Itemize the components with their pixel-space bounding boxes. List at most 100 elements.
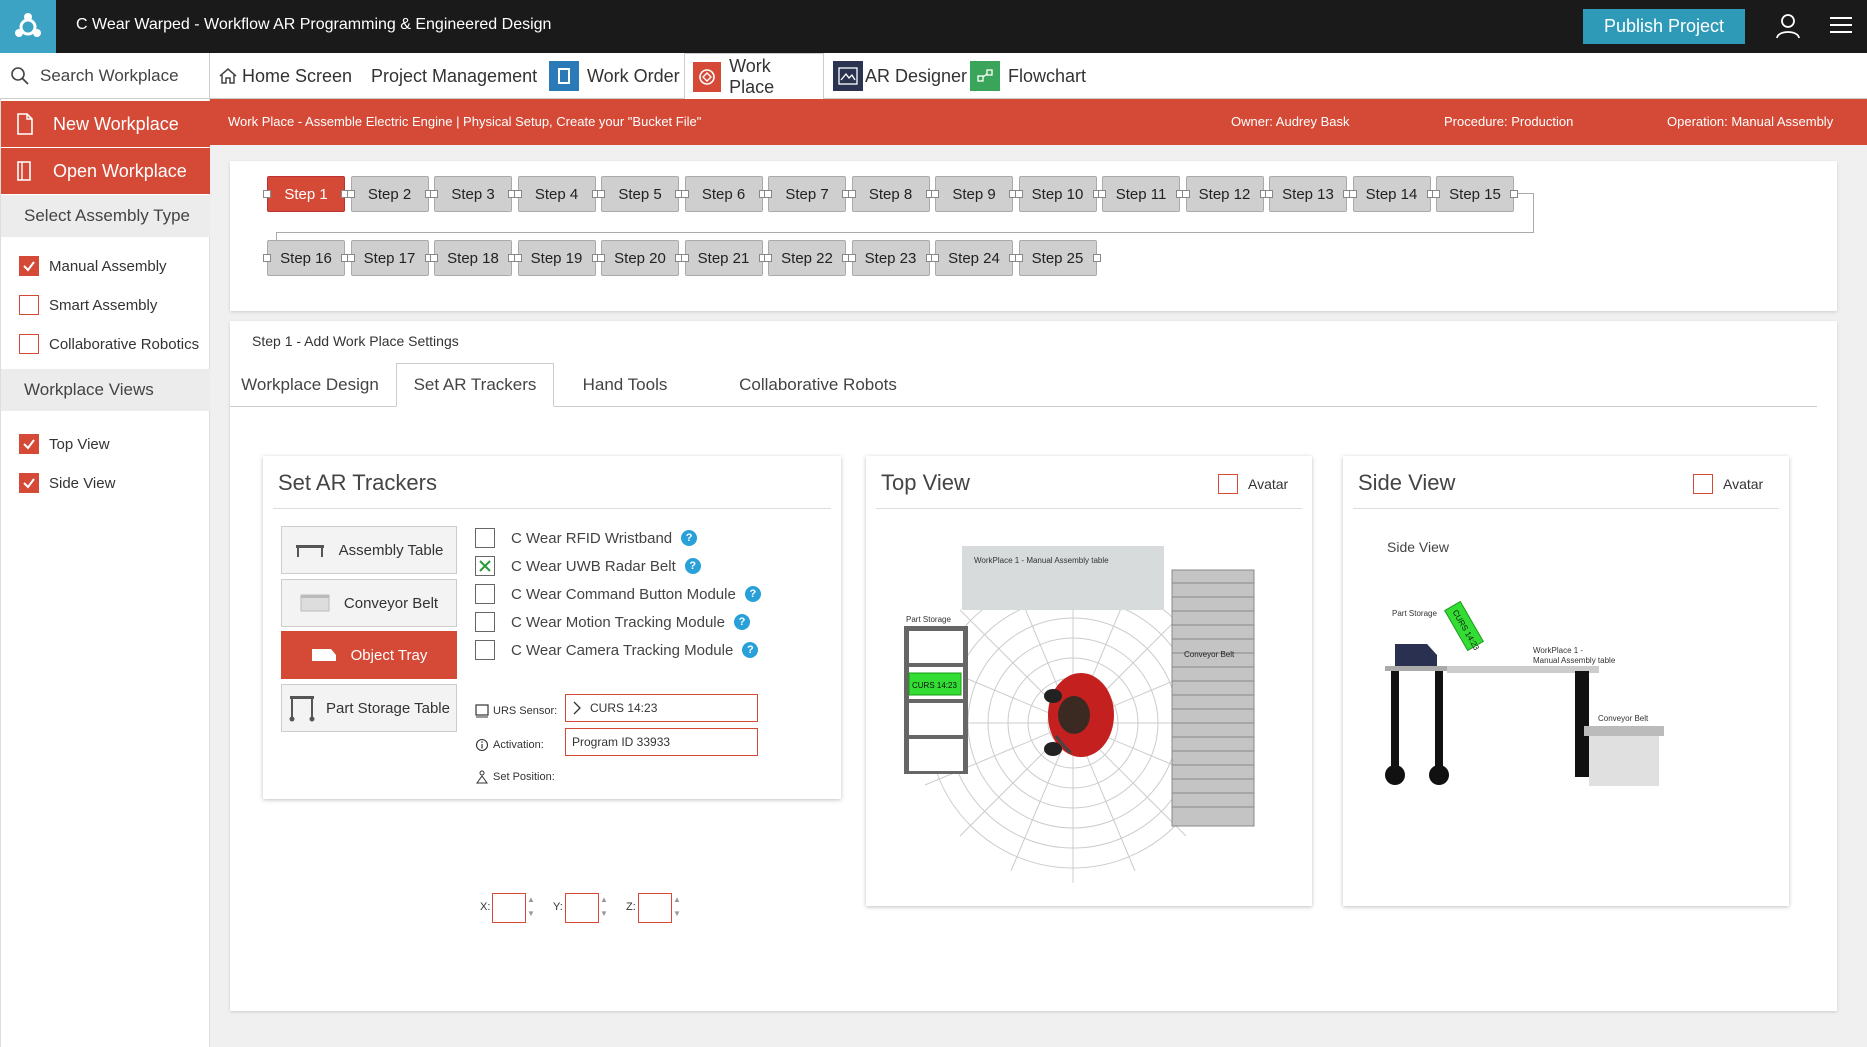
x-spinner[interactable]: ▲ ▼	[526, 893, 536, 923]
step-chip[interactable]: Step 14	[1352, 176, 1431, 212]
nav-flowchart-label: Flowchart	[1008, 65, 1087, 86]
nav-work-order[interactable]: Work Order	[549, 53, 680, 99]
checkbox-empty-icon	[475, 640, 495, 660]
z-spinner[interactable]: ▲ ▼	[672, 893, 682, 923]
activation-input[interactable]: Program ID 33933	[565, 728, 758, 756]
option-motion-tracking-module[interactable]: C Wear Motion Tracking Module ?	[475, 612, 750, 632]
step-connector-wrap	[276, 232, 1534, 233]
option-uwb-radar-belt[interactable]: C Wear UWB Radar Belt ?	[475, 556, 701, 576]
step-chip[interactable]: Step 10	[1018, 176, 1097, 212]
y-label: Y:	[553, 901, 563, 913]
option-uwb-label: C Wear UWB Radar Belt	[511, 557, 676, 575]
side-part-storage	[1385, 644, 1449, 785]
step-chip[interactable]: Step 21	[684, 240, 763, 276]
tracker-object-tray-button[interactable]: Object Tray	[281, 631, 457, 679]
help-icon[interactable]: ?	[684, 558, 701, 574]
checkbox-empty-icon	[475, 612, 495, 632]
step-chip[interactable]: Step 18	[434, 240, 512, 276]
option-command-label: C Wear Command Button Module	[511, 585, 736, 603]
nav-home-screen[interactable]: Home Screen	[218, 53, 352, 99]
step-chip[interactable]: Step 12	[1185, 176, 1264, 212]
nav-project-management[interactable]: Project Management	[371, 53, 537, 99]
tracker-part-storage-table-button[interactable]: Part Storage Table	[281, 684, 457, 732]
tracker-conveyor-belt-button[interactable]: Conveyor Belt	[281, 579, 457, 627]
urs-sensor-input[interactable]: CURS 14:23	[565, 694, 758, 722]
flowchart-icon	[970, 61, 1000, 91]
side-workplace-label-1: WorkPlace 1 -	[1533, 646, 1583, 655]
step-chip[interactable]: Step 23	[851, 240, 930, 276]
step-chip[interactable]: Step 17	[350, 240, 429, 276]
x-input[interactable]	[492, 893, 526, 923]
assembly-smart-checkbox[interactable]: Smart Assembly	[19, 295, 157, 315]
operation-text: Operation: Manual Assembly	[1667, 114, 1834, 129]
search-workplace[interactable]: Search Workplace	[0, 53, 210, 99]
nav-flowchart[interactable]: Flowchart	[970, 53, 1086, 99]
step-chip[interactable]: Step 6	[684, 176, 763, 212]
step-chip[interactable]: Step 7	[768, 176, 846, 212]
step-connector-dot	[931, 190, 939, 198]
step-chip[interactable]: Step 20	[601, 240, 679, 276]
nav-ar-designer[interactable]: AR Designer	[833, 53, 967, 99]
step-chip[interactable]: Step 15	[1436, 176, 1514, 212]
step-chip[interactable]: Step 11	[1102, 176, 1180, 212]
step-connector-dot	[1014, 190, 1023, 198]
z-input[interactable]	[638, 893, 672, 923]
step-chip[interactable]: Step 2	[350, 176, 429, 212]
app-logo	[0, 0, 56, 53]
step-chip[interactable]: Step 9	[935, 176, 1013, 212]
procedure-text: Procedure: Production	[1444, 114, 1574, 129]
step-chip[interactable]: Step 8	[851, 176, 930, 212]
top-conveyor-label: Conveyor Belt	[1184, 650, 1235, 659]
new-workplace-button[interactable]: New Workplace	[1, 101, 210, 147]
step-chip[interactable]: Step 25	[1018, 240, 1097, 276]
help-icon[interactable]: ?	[733, 614, 750, 630]
help-icon[interactable]: ?	[742, 642, 759, 658]
tab-collaborative-robots[interactable]: Collaborative Robots	[708, 363, 928, 407]
step-chip[interactable]: Step 13	[1269, 176, 1347, 212]
nav-work-place[interactable]: Work Place	[684, 53, 824, 99]
assembly-collab-label: Collaborative Robotics	[49, 335, 200, 353]
hamburger-menu-icon[interactable]	[1830, 16, 1852, 34]
tab-hand-tools[interactable]: Hand Tools	[560, 363, 690, 407]
step-chip[interactable]: Step 4	[517, 176, 596, 212]
checkbox-checked-icon	[19, 473, 39, 493]
side-curs-sensor: CURS 14:23	[1444, 600, 1484, 652]
urs-sensor-value: CURS 14:23	[590, 701, 658, 715]
user-icon[interactable]	[1776, 13, 1800, 39]
side-view-avatar-checkbox[interactable]: Avatar	[1693, 474, 1763, 494]
view-top-checkbox[interactable]: Top View	[19, 434, 110, 454]
step-chip[interactable]: Step 24	[935, 240, 1013, 276]
option-rfid-wristband[interactable]: C Wear RFID Wristband ?	[475, 528, 698, 548]
assembly-collab-checkbox[interactable]: Collaborative Robotics	[19, 334, 199, 354]
settings-tabs: Workplace Design Set AR Trackers Hand To…	[230, 363, 1817, 407]
step-chip[interactable]: Step 16	[267, 240, 345, 276]
assembly-manual-checkbox[interactable]: Manual Assembly	[19, 256, 167, 276]
step-chip[interactable]: Step 5	[601, 176, 679, 212]
nav-project-management-label: Project Management	[371, 65, 538, 86]
view-side-checkbox[interactable]: Side View	[19, 473, 115, 493]
step-chip[interactable]: Step 3	[434, 176, 512, 212]
nav-work-place-label: Work Place	[729, 55, 775, 97]
help-icon[interactable]: ?	[744, 586, 761, 602]
sensor-icon	[475, 704, 489, 718]
tab-set-ar-trackers[interactable]: Set AR Trackers	[396, 363, 554, 407]
step-chip[interactable]: Step 22	[768, 240, 846, 276]
help-icon[interactable]: ?	[681, 530, 698, 546]
top-view-diagram: WorkPlace 1 - Manual Assembly table Conv…	[904, 546, 1255, 883]
step-chip[interactable]: Step 1	[267, 176, 345, 212]
option-camera-tracking-module[interactable]: C Wear Camera Tracking Module ?	[475, 640, 759, 660]
x-label: X:	[480, 901, 491, 913]
step-connector-dot	[764, 190, 772, 198]
top-view-avatar-checkbox[interactable]: Avatar	[1218, 474, 1288, 494]
y-input[interactable]	[565, 893, 599, 923]
checkbox-checked-icon	[19, 256, 39, 276]
step-connector-dot	[1181, 190, 1190, 198]
object-tray-icon	[311, 649, 336, 661]
step-chip[interactable]: Step 19	[517, 240, 596, 276]
option-command-button-module[interactable]: C Wear Command Button Module ?	[475, 584, 761, 604]
publish-project-button[interactable]: Publish Project	[1583, 9, 1745, 44]
open-workplace-button[interactable]: Open Workplace	[1, 148, 210, 194]
tracker-assembly-table-button[interactable]: Assembly Table	[281, 526, 457, 574]
y-spinner[interactable]: ▲ ▼	[599, 893, 609, 923]
tab-workplace-design[interactable]: Workplace Design	[230, 363, 390, 407]
